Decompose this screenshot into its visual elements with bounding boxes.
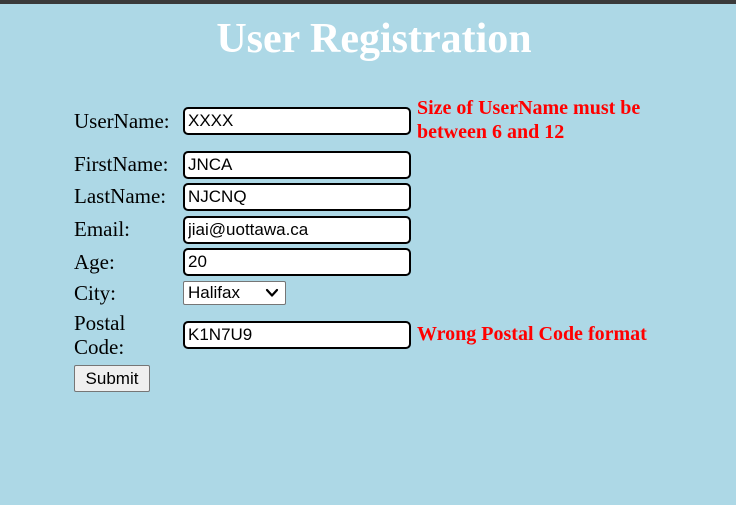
email-label: Email: xyxy=(74,217,130,241)
submit-button[interactable]: Submit xyxy=(74,365,150,392)
username-error-line1: Size of UserName must be xyxy=(417,97,641,119)
lastname-input[interactable] xyxy=(183,183,411,211)
age-label: Age: xyxy=(74,250,115,274)
username-error-line2: between 6 and 12 xyxy=(417,121,565,143)
postal-error: Wrong Postal Code format xyxy=(417,323,647,345)
chevron-down-icon xyxy=(265,288,279,297)
postal-code-input[interactable] xyxy=(183,321,411,349)
firstname-label: FirstName: xyxy=(74,152,169,176)
email-input[interactable] xyxy=(183,216,411,244)
age-input[interactable] xyxy=(183,248,411,276)
city-selected-value: Halifax xyxy=(188,283,240,302)
city-label: City: xyxy=(74,281,117,305)
postal-label: Postal Code: xyxy=(74,311,125,359)
page-title: User Registration xyxy=(216,16,532,62)
window-top-border xyxy=(0,0,736,4)
username-label: UserName: xyxy=(74,109,170,133)
postal-label-line2: Code: xyxy=(74,335,125,359)
firstname-input[interactable] xyxy=(183,151,411,179)
lastname-label: LastName: xyxy=(74,184,167,208)
city-select[interactable]: Halifax xyxy=(183,281,286,305)
username-input[interactable] xyxy=(183,107,411,135)
postal-label-line1: Postal xyxy=(74,311,126,335)
username-error: Size of UserName must be between 6 and 1… xyxy=(417,96,640,144)
